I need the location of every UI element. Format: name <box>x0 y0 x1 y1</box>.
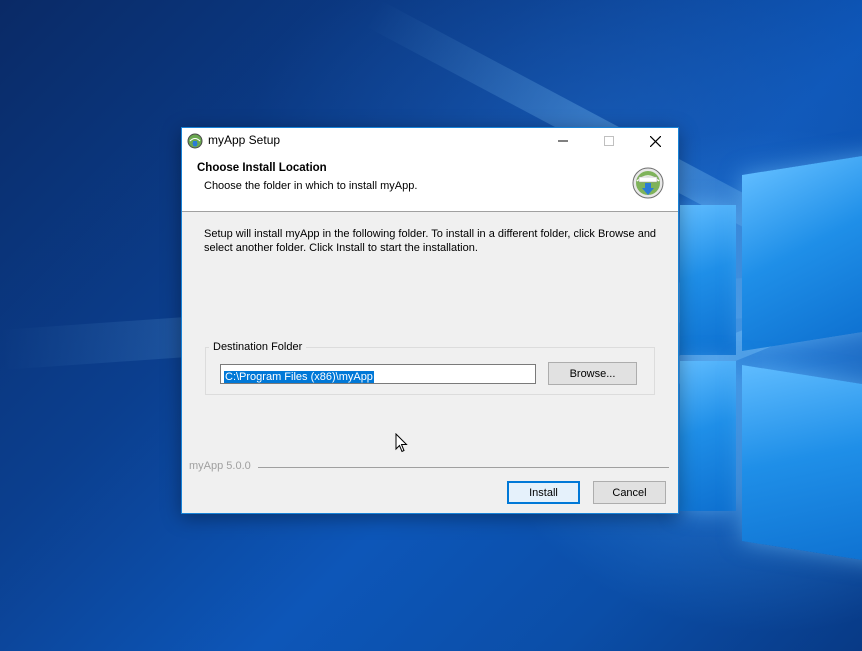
page-header: Choose Install Location Choose the folde… <box>182 154 678 212</box>
maximize-icon <box>604 136 614 146</box>
close-icon <box>649 135 661 147</box>
cancel-button[interactable]: Cancel <box>593 481 666 504</box>
close-button[interactable] <box>632 128 678 154</box>
browse-button[interactable]: Browse... <box>548 362 637 385</box>
window-title: myApp Setup <box>208 133 281 147</box>
windows-logo <box>680 149 862 567</box>
installer-globe-icon <box>187 133 203 149</box>
minimize-icon <box>558 140 568 142</box>
page-title: Choose Install Location <box>197 162 327 174</box>
title-bar[interactable]: myApp Setup <box>182 128 678 154</box>
destination-path-value: C:\Program Files (x86)\myApp <box>224 371 374 383</box>
setup-window: myApp Setup Choose Install Location Choo… <box>181 127 679 514</box>
version-label: myApp 5.0.0 <box>189 460 255 472</box>
windows-logo-pane <box>742 365 862 567</box>
windows-logo-pane <box>742 149 862 351</box>
minimize-button[interactable] <box>540 128 586 154</box>
footer-divider <box>258 467 669 468</box>
destination-path-input[interactable]: C:\Program Files (x86)\myApp <box>220 364 536 384</box>
windows-logo-pane <box>680 361 736 511</box>
install-description: Setup will install myApp in the followin… <box>204 228 657 254</box>
page-subtitle: Choose the folder in which to install my… <box>204 180 418 192</box>
windows-logo-pane <box>680 205 736 355</box>
maximize-button[interactable] <box>586 128 632 154</box>
mouse-pointer-icon <box>395 433 408 453</box>
install-button[interactable]: Install <box>507 481 580 504</box>
destination-folder-label: Destination Folder <box>209 341 307 353</box>
installer-globe-icon <box>632 167 664 199</box>
